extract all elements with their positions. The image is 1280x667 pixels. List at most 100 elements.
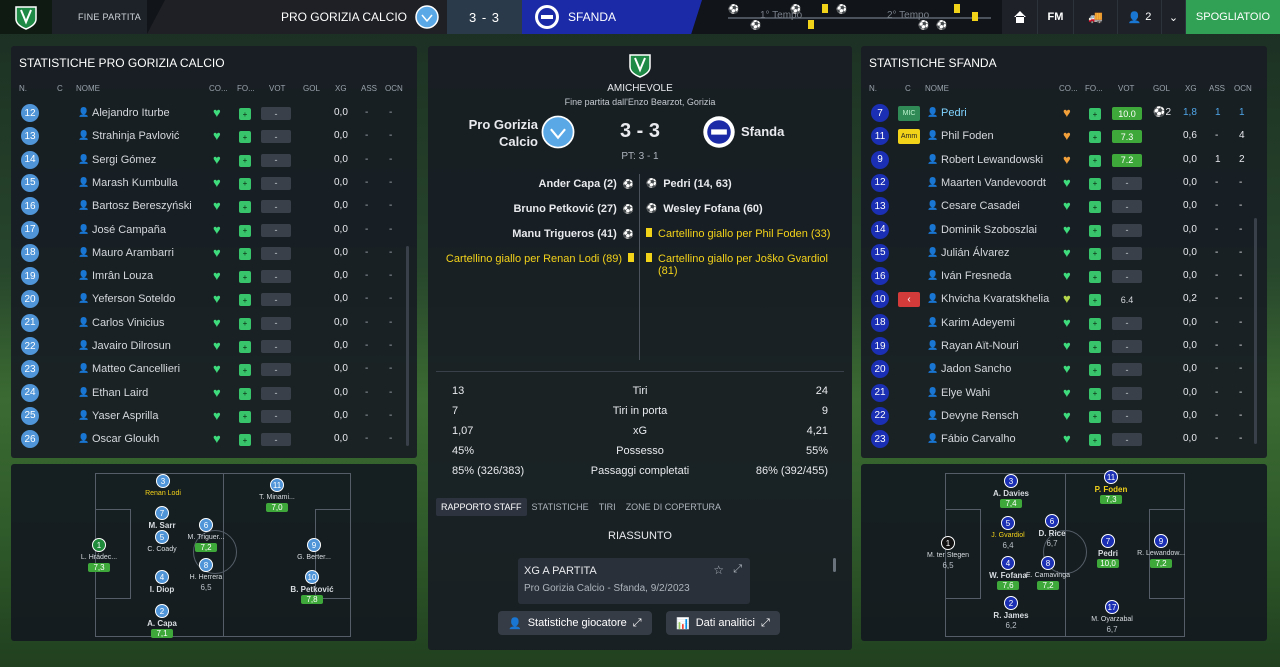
formation-player[interactable]: 8 E. Camavinga 7,2 — [1018, 556, 1078, 590]
table-row[interactable]: 22 👤 Javairo Dilrosun ♥ + -0,0- - — [11, 335, 417, 358]
formation-player[interactable]: 9 R. Lewandow... 7,2 — [1131, 534, 1191, 568]
col-c[interactable]: C — [905, 84, 911, 93]
col-fo[interactable]: FO... — [237, 84, 255, 93]
table-row[interactable]: 21 👤 Elye Wahi ♥ + -0,0- - — [861, 382, 1267, 405]
col-co[interactable]: CO... — [1059, 84, 1078, 93]
formation-player[interactable]: 3 Renan Lodi — [133, 474, 193, 498]
table-row[interactable]: 23 👤 Matteo Cancellieri ♥ + -0,0- - — [11, 358, 417, 381]
fitness-icon: + — [239, 108, 251, 120]
table-row[interactable]: 26 👤 Oscar Gloukh ♥ + -0,0- - — [11, 428, 417, 451]
spogliatoio-button[interactable]: SPOGLIATOIO — [1186, 0, 1280, 34]
table-row[interactable]: 7 MIC 👤 Pedri ♥ +10.0 ⚽2 1,8 1 1 — [861, 102, 1267, 125]
player-number: 20 — [21, 290, 39, 309]
away-team-crest-icon — [703, 116, 735, 148]
club-logo[interactable] — [0, 0, 52, 34]
table-row[interactable]: 16 👤 Iván Fresneda ♥ + -0,0- - — [861, 265, 1267, 288]
formation-player[interactable]: 1 L. Hrádec... 7,3 — [69, 538, 129, 572]
table-row[interactable]: 9 👤 Robert Lewandowski ♥ +7.2 0,0 1 2 — [861, 149, 1267, 172]
home-team-header[interactable]: PRO GORIZIA CALCIO — [147, 0, 447, 34]
formation-player[interactable]: 2 A. Capa 7,1 — [132, 604, 192, 638]
away-team-title[interactable]: Sfanda — [741, 124, 784, 139]
table-row[interactable]: 25 👤 Yaser Asprilla ♥ + -0,0- - — [11, 405, 417, 428]
table-row[interactable]: 18 👤 Karim Adeyemi ♥ + -0,0- - — [861, 312, 1267, 335]
table-row[interactable]: 15 👤 Julián Álvarez ♥ + -0,0- - — [861, 242, 1267, 265]
table-row[interactable]: 11 Amm 👤 Phil Foden ♥ +7.3 0,6 - 4 — [861, 125, 1267, 148]
table-row[interactable]: 15 👤 Marash Kumbulla ♥ + -0,0- - — [11, 172, 417, 195]
col-ocn[interactable]: OCN — [385, 84, 403, 93]
table-row[interactable]: 12 👤 Alejandro Iturbe ♥ + -0,0- - — [11, 102, 417, 125]
table-row[interactable]: 10 ‹ 👤 Khvicha Kvaratskhelia ♥ +6.4 0,2 - - — [861, 288, 1267, 311]
col-xg[interactable]: XG — [1185, 84, 1197, 93]
formation-player[interactable]: 2 R. James 6,2 — [981, 596, 1041, 630]
col-name[interactable]: NOME — [925, 84, 949, 93]
col-ass[interactable]: ASS — [1209, 84, 1225, 93]
table-row[interactable]: 20 👤 Yeferson Soteldo ♥ + -0,0- - — [11, 288, 417, 311]
formation-player[interactable]: 11 T. Minami... 7,0 — [247, 478, 307, 512]
star-icon[interactable]: ☆ — [713, 563, 724, 577]
table-row[interactable]: 20 👤 Jadon Sancho ♥ + -0,0- - — [861, 358, 1267, 381]
card-scrollbar[interactable] — [833, 558, 836, 572]
player-chances: - — [389, 270, 393, 282]
col-fo[interactable]: FO... — [1085, 84, 1103, 93]
expand-icon[interactable]: ⤢ — [733, 563, 742, 576]
scrollbar[interactable] — [1254, 218, 1257, 444]
table-row[interactable]: 19 👤 Imrân Louza ♥ + -0,0- - — [11, 265, 417, 288]
analytics-button[interactable]: 📊 Dati analitici ⤢ — [666, 611, 780, 635]
col-ass[interactable]: ASS — [361, 84, 377, 93]
tab-rapporto-staff[interactable]: RAPPORTO STAFF — [436, 498, 527, 516]
table-row[interactable]: 13 👤 Cesare Casadei ♥ + -0,0- - — [861, 195, 1267, 218]
xg-card[interactable]: XG A PARTITA Pro Gorizia Calcio - Sfanda… — [518, 558, 750, 604]
table-row[interactable]: 14 👤 Dominik Szoboszlai ♥ + -0,0- - — [861, 219, 1267, 242]
tab-tiri[interactable]: TIRI — [594, 498, 621, 516]
formation-player[interactable]: 7 Pedri 10,0 — [1078, 534, 1138, 568]
col-gol[interactable]: GOL — [1153, 84, 1170, 93]
tab-zone-copertura[interactable]: ZONE DI COPERTURA — [621, 498, 726, 516]
formation-player[interactable]: 6 M. Triguer... 7,2 — [176, 518, 236, 552]
formation-player[interactable]: 3 A. Davies 7,4 — [981, 474, 1041, 508]
formation-player[interactable]: 17 M. Oyarzabal 6,7 — [1082, 600, 1142, 634]
col-ocn[interactable]: OCN — [1234, 84, 1252, 93]
table-row[interactable]: 13 👤 Strahinja Pavlović ♥ + -0,0- - — [11, 125, 417, 148]
table-row[interactable]: 17 👤 José Campaña ♥ + -0,0- - — [11, 219, 417, 242]
transfer-button[interactable]: 🚚 — [1074, 0, 1118, 34]
match-timeline[interactable]: 1° Tempo 2° Tempo ⚽ ⚽ ⚽ ⚽ ⚽ ⚽ — [722, 0, 997, 34]
formation-player[interactable]: 1 M. ter Stegen 6,5 — [918, 536, 978, 570]
table-row[interactable]: 12 👤 Maarten Vandevoordt ♥ + -0,0- - — [861, 172, 1267, 195]
col-xg[interactable]: XG — [335, 84, 347, 93]
fm-button[interactable]: FM — [1038, 0, 1074, 34]
formation-player[interactable]: 10 B. Petković 7,8 — [282, 570, 342, 604]
table-row[interactable]: 22 👤 Devyne Rensch ♥ + -0,0- - — [861, 405, 1267, 428]
formation-player[interactable]: 11 P. Foden 7,3 — [1081, 470, 1141, 504]
away-team-header[interactable]: SFANDA — [522, 0, 702, 34]
table-row[interactable]: 24 👤 Ethan Laird ♥ + -0,0- - — [11, 382, 417, 405]
pitch-halfway-line — [223, 473, 224, 637]
table-row[interactable]: 16 👤 Bartosz Bereszyński ♥ + -0,0- - — [11, 195, 417, 218]
yellow-card-icon — [972, 12, 978, 23]
scrollbar[interactable] — [406, 246, 409, 446]
col-co[interactable]: CO... — [209, 84, 228, 93]
table-row[interactable]: 23 👤 Fábio Carvalho ♥ + -0,0- - — [861, 428, 1267, 451]
players-button[interactable]: 👤 2 — [1118, 0, 1162, 34]
player-number: 21 — [21, 313, 39, 332]
dropdown-button[interactable]: ⌄ — [1162, 0, 1186, 34]
table-row[interactable]: 21 👤 Carlos Vinicius ♥ + -0,0- - — [11, 312, 417, 335]
table-row[interactable]: 18 👤 Mauro Arambarri ♥ + -0,0- - — [11, 242, 417, 265]
player-stats-button[interactable]: 👤 Statistiche giocatore ⤢ — [498, 611, 652, 635]
home-team-title[interactable]: Pro Gorizia Calcio — [466, 116, 538, 150]
home-button[interactable] — [1002, 0, 1038, 34]
col-c[interactable]: C — [57, 84, 63, 93]
col-n[interactable]: N. — [869, 84, 877, 93]
formation-player[interactable]: 9 G. Berter... — [284, 538, 344, 562]
formation-player[interactable]: 6 D. Rice 6,7 — [1022, 514, 1082, 548]
tab-statistiche[interactable]: STATISTICHE — [527, 498, 594, 516]
table-row[interactable]: 19 👤 Rayan Aït-Nouri ♥ + -0,0- - — [861, 335, 1267, 358]
col-n[interactable]: N. — [19, 84, 27, 93]
col-name[interactable]: NOME — [76, 84, 100, 93]
formation-player[interactable]: 8 H. Herrera 6,5 — [176, 558, 236, 592]
col-gol[interactable]: GOL — [303, 84, 320, 93]
goal-icon: ⚽ — [750, 20, 762, 30]
player-short-name: Renan Lodi — [145, 490, 181, 497]
table-row[interactable]: 14 👤 Sergi Gómez ♥ + -0,0- - — [11, 149, 417, 172]
col-vot[interactable]: VOT — [1118, 84, 1134, 93]
col-vot[interactable]: VOT — [269, 84, 285, 93]
